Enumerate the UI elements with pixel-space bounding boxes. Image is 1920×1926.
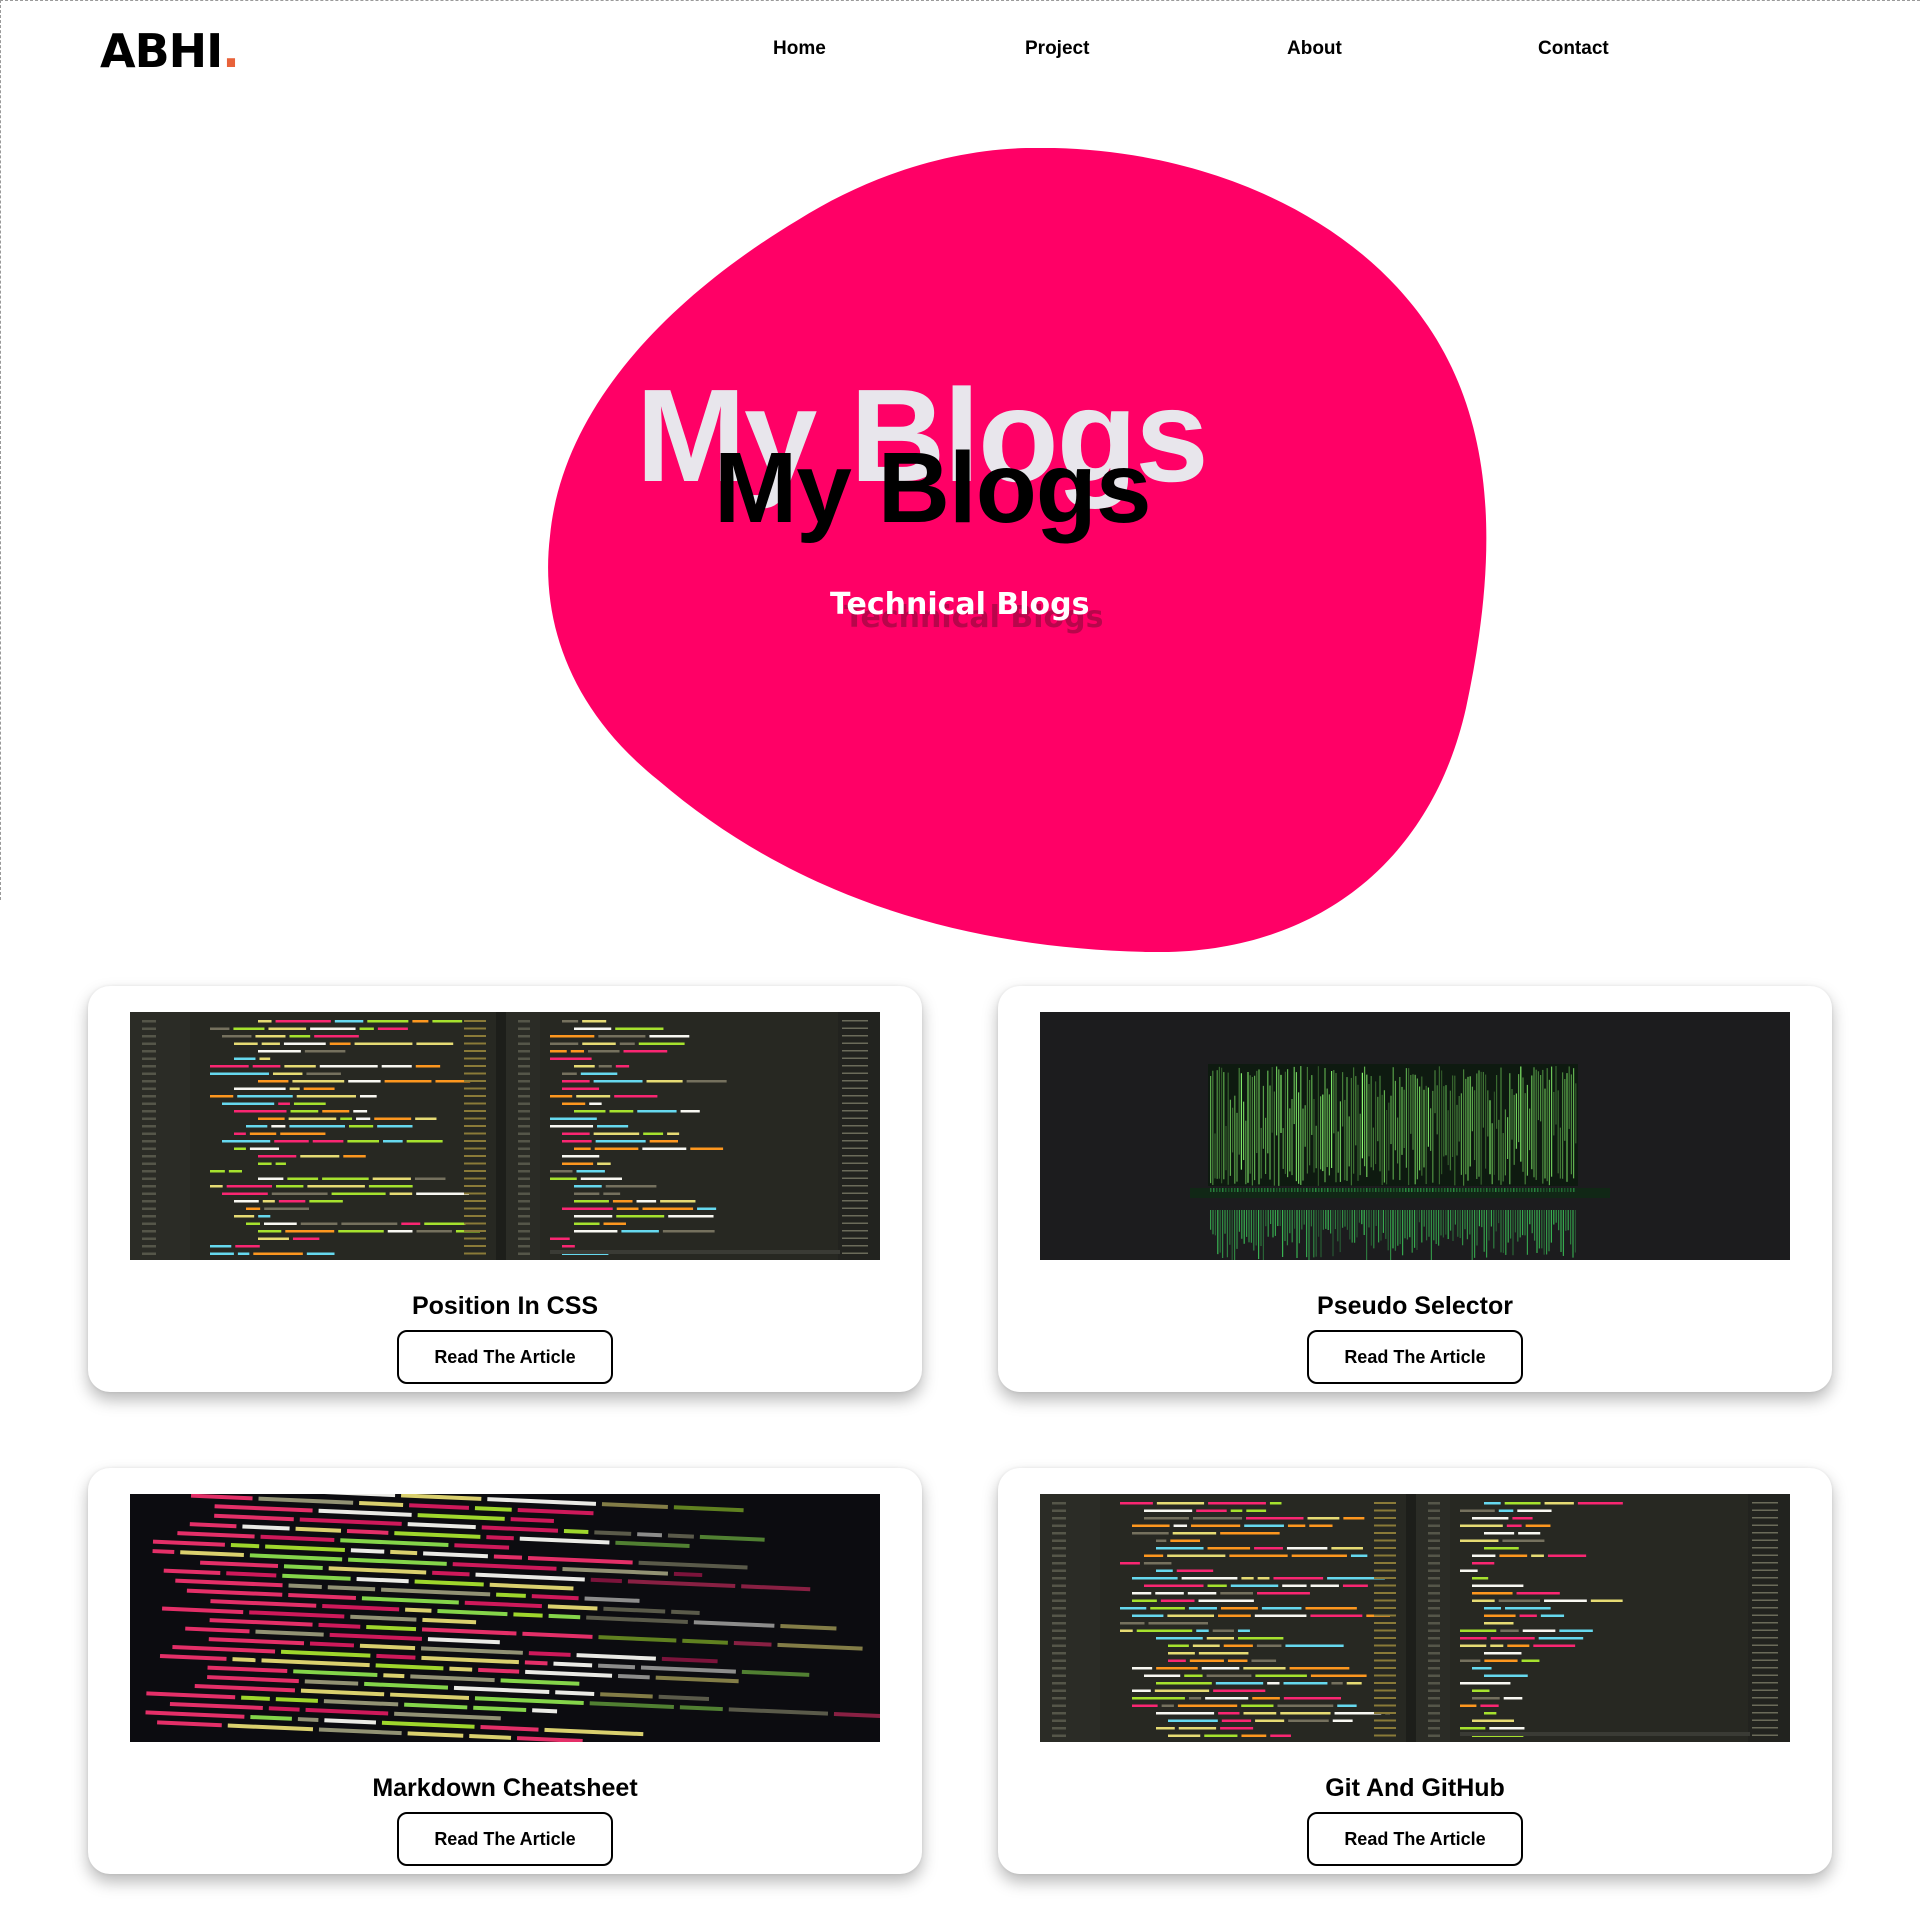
nav-contact[interactable]: Contact — [1538, 38, 1609, 60]
blog-card: Markdown Cheatsheet Read The Article — [88, 1468, 922, 1874]
nav-project[interactable]: Project — [1025, 38, 1089, 60]
hero-title: My Blogs — [714, 432, 1151, 544]
read-article-button[interactable]: Read The Article — [1307, 1330, 1523, 1384]
blog-card-image — [130, 1012, 880, 1260]
hero-subtitle: Technical Blogs — [830, 587, 1090, 622]
blog-card-title: Position In CSS — [411, 1292, 599, 1320]
hero-blob-shape — [548, 148, 1487, 952]
read-article-button[interactable]: Read The Article — [397, 1330, 613, 1384]
blog-card: Git And GitHub Read The Article — [998, 1468, 1832, 1874]
code-editor-image — [130, 1012, 880, 1260]
blog-card-image — [130, 1494, 880, 1742]
blog-card: Pseudo Selector Read The Article — [998, 986, 1832, 1392]
code-editor-image — [1040, 1494, 1790, 1742]
frame-border-top — [0, 0, 1920, 1]
blog-card-title: Git And GitHub — [1325, 1774, 1505, 1802]
html-code-image — [130, 1494, 880, 1742]
frame-border-left — [0, 0, 1, 900]
hero-blob — [548, 148, 1487, 952]
blog-card-image — [1040, 1012, 1790, 1260]
matrix-screen-image — [1040, 1012, 1790, 1260]
blog-card-image — [1040, 1494, 1790, 1742]
page: ABHI. Home Project About Contact My Blog… — [0, 0, 1920, 1926]
main-nav: Home Project About Contact — [0, 38, 1920, 62]
read-article-button[interactable]: Read The Article — [397, 1812, 613, 1866]
blog-card: Position In CSS Read The Article — [88, 986, 922, 1392]
blog-card-title: Markdown Cheatsheet — [372, 1774, 638, 1802]
blog-card-title: Pseudo Selector — [1317, 1292, 1513, 1320]
nav-about[interactable]: About — [1287, 38, 1342, 60]
read-article-button[interactable]: Read The Article — [1307, 1812, 1523, 1866]
nav-home[interactable]: Home — [773, 38, 826, 60]
